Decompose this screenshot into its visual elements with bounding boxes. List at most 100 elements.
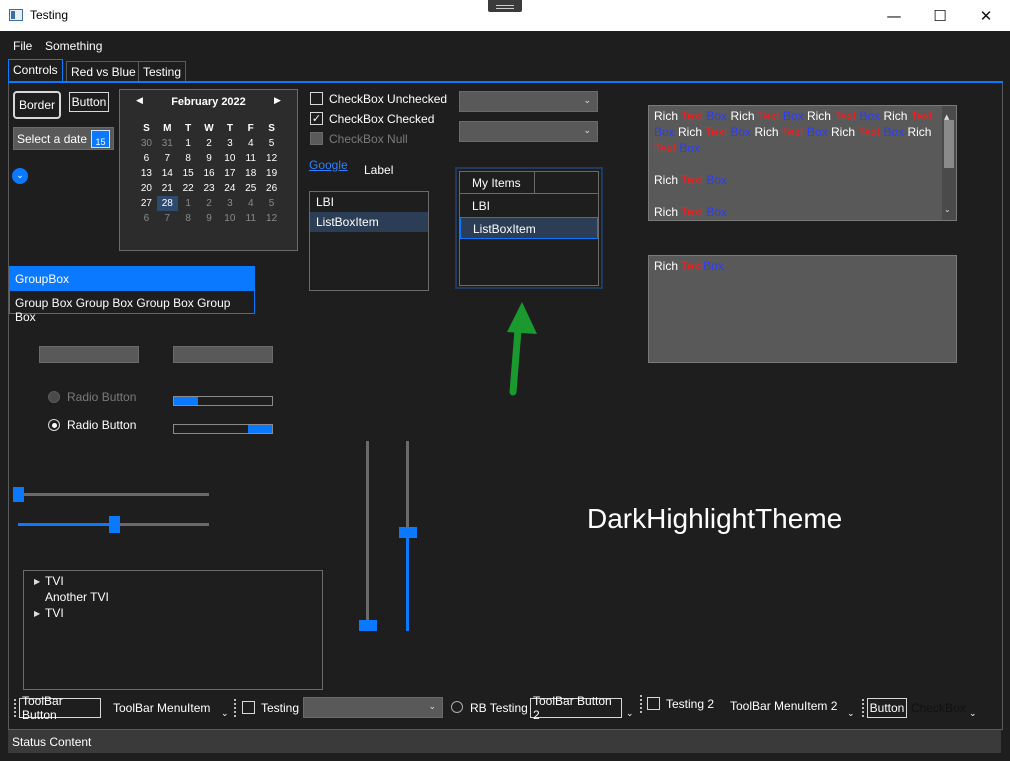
scrollbar-thumb[interactable] <box>944 120 954 168</box>
calendar-day[interactable]: 10 <box>219 211 240 226</box>
tab-red-vs-blue[interactable]: Red vs Blue <box>66 61 141 82</box>
tree-item[interactable]: ▶ TVI <box>24 573 322 589</box>
expander-chevron-icon[interactable]: ⌄ <box>12 168 28 184</box>
rich-text-box[interactable]: Rich Text Box Rich Text Box Rich Text Bo… <box>648 105 957 221</box>
toolbar-button[interactable]: ToolBar Button <box>19 694 101 722</box>
menu-something[interactable]: Something <box>45 39 102 53</box>
menu-file[interactable]: File <box>13 39 32 53</box>
calendar-day[interactable]: 26 <box>261 181 282 196</box>
toolbar-checkbox-2[interactable] <box>647 697 660 710</box>
calendar-day[interactable]: 1 <box>178 136 199 151</box>
column-header-my-items[interactable]: My Items <box>460 172 535 193</box>
calendar-day[interactable]: 30 <box>136 136 157 151</box>
calendar-day[interactable]: 18 <box>240 166 261 181</box>
calendar-day[interactable]: 13 <box>136 166 157 181</box>
calendar-day[interactable]: 5 <box>261 136 282 151</box>
list-item-selected[interactable]: ListBoxItem <box>460 217 598 239</box>
tree-view[interactable]: ▶ TVI Another TVI ▶ TVI <box>23 570 323 690</box>
calendar-day[interactable]: 3 <box>219 196 240 211</box>
calendar-day[interactable]: 16 <box>199 166 220 181</box>
calendar-day[interactable]: 1 <box>178 196 199 211</box>
calendar-day[interactable]: 8 <box>178 211 199 226</box>
calendar-day[interactable]: 11 <box>240 211 261 226</box>
calendar-day[interactable]: 10 <box>219 151 240 166</box>
list-view[interactable]: My Items LBI ListBoxItem <box>459 171 599 286</box>
calendar-day[interactable]: 4 <box>240 136 261 151</box>
toolbar-grip-4[interactable] <box>862 698 865 718</box>
toolbar-radio-button[interactable] <box>451 701 463 713</box>
maximize-button[interactable]: ☐ <box>917 0 963 31</box>
minimize-button[interactable]: — <box>871 0 917 31</box>
scroll-down-icon[interactable]: ⌄ <box>944 202 951 218</box>
calendar-day[interactable]: 27 <box>136 196 157 211</box>
list-box[interactable]: LBI ListBoxItem <box>309 191 429 291</box>
close-button[interactable]: ✕ <box>963 0 1009 31</box>
calendar-day[interactable]: 9 <box>199 151 220 166</box>
button[interactable]: Button <box>69 92 109 112</box>
snap-grip[interactable] <box>488 0 522 12</box>
toolbar-grip-2[interactable] <box>234 698 237 718</box>
scrollbar[interactable]: ▲ ⌄ <box>942 106 956 220</box>
calendar[interactable]: ◀ February 2022 ▶ S M T W T F S 30 31 1 2 3 4 5 6 7 8 9 10… <box>119 89 298 251</box>
calendar-day[interactable]: 21 <box>157 181 178 196</box>
calendar-day[interactable]: 12 <box>261 151 282 166</box>
toolbar-overflow-icon-3[interactable]: ⌄ <box>847 704 855 724</box>
toolbar-grip[interactable] <box>14 698 17 718</box>
calendar-icon[interactable]: 15 <box>91 130 110 148</box>
list-item-selected[interactable]: ListBoxItem <box>310 212 428 232</box>
toolbar-overflow-icon-2[interactable]: ⌄ <box>626 704 634 724</box>
combo-box-2[interactable]: ⌄ <box>459 121 598 142</box>
calendar-day[interactable]: 8 <box>178 151 199 166</box>
calendar-day[interactable]: 24 <box>219 181 240 196</box>
calendar-day[interactable]: 28 <box>156 196 178 211</box>
toolbar-menuitem[interactable]: ToolBar MenuItem <box>113 698 210 718</box>
tab-controls[interactable]: Controls <box>8 59 63 82</box>
calendar-day[interactable]: 2 <box>199 196 220 211</box>
calendar-day[interactable]: 25 <box>240 181 261 196</box>
text-box-1[interactable] <box>39 346 139 363</box>
toolbar-menuitem-2[interactable]: ToolBar MenuItem 2 <box>730 696 837 716</box>
expand-triangle-icon[interactable]: ▶ <box>24 577 40 586</box>
toolbar-overflow-icon-4[interactable]: ⌄ <box>969 704 977 724</box>
calendar-day[interactable]: 4 <box>240 196 261 211</box>
tree-item[interactable]: Another TVI <box>24 589 322 605</box>
text-box-2[interactable] <box>173 346 273 363</box>
calendar-day[interactable]: 22 <box>178 181 199 196</box>
tree-item[interactable]: ▶ TVI <box>24 605 322 621</box>
google-link[interactable]: Google <box>309 158 348 172</box>
list-item[interactable]: LBI <box>310 192 428 212</box>
calendar-day[interactable]: 2 <box>199 136 220 151</box>
calendar-day[interactable]: 7 <box>157 151 178 166</box>
calendar-day[interactable]: 20 <box>136 181 157 196</box>
calendar-day[interactable]: 12 <box>261 211 282 226</box>
calendar-day[interactable]: 7 <box>157 211 178 226</box>
vertical-slider-1-track[interactable] <box>366 441 369 631</box>
calendar-day[interactable]: 9 <box>199 211 220 226</box>
toolbar-button-2[interactable]: ToolBar Button 2 <box>530 694 622 722</box>
toolbar-grip-3[interactable] <box>640 694 643 714</box>
slider-2-thumb[interactable] <box>108 516 120 533</box>
calendar-day[interactable]: 6 <box>136 151 157 166</box>
radio-button-checked[interactable] <box>48 419 60 431</box>
tab-testing[interactable]: Testing <box>138 61 187 82</box>
calendar-next-icon[interactable]: ▶ <box>274 96 281 106</box>
calendar-day[interactable]: 19 <box>261 166 282 181</box>
calendar-month[interactable]: February 2022 <box>120 96 297 108</box>
toolbar-combo-box[interactable]: ⌄ <box>303 697 443 718</box>
rich-text-box-2[interactable]: Rich TextBox <box>648 255 957 363</box>
vertical-slider-2-thumb[interactable] <box>399 526 417 538</box>
calendar-day[interactable]: 6 <box>136 211 157 226</box>
toolbar-checkbox-3-label[interactable]: CheckBox <box>911 698 966 718</box>
calendar-day[interactable]: 17 <box>219 166 240 181</box>
date-picker[interactable]: Select a date 15 <box>13 127 114 150</box>
checkbox-checked[interactable]: ✓ <box>310 112 323 125</box>
calendar-day[interactable]: 5 <box>261 196 282 211</box>
toolbar-checkbox[interactable] <box>242 701 255 714</box>
list-item[interactable]: LBI <box>460 194 598 217</box>
calendar-day[interactable]: 23 <box>199 181 220 196</box>
calendar-day[interactable]: 14 <box>157 166 178 181</box>
vertical-slider-1-thumb[interactable] <box>359 620 377 631</box>
combo-box-1[interactable]: ⌄ <box>459 91 598 112</box>
calendar-day[interactable]: 15 <box>178 166 199 181</box>
toolbar-button-3[interactable]: Button <box>867 698 907 718</box>
